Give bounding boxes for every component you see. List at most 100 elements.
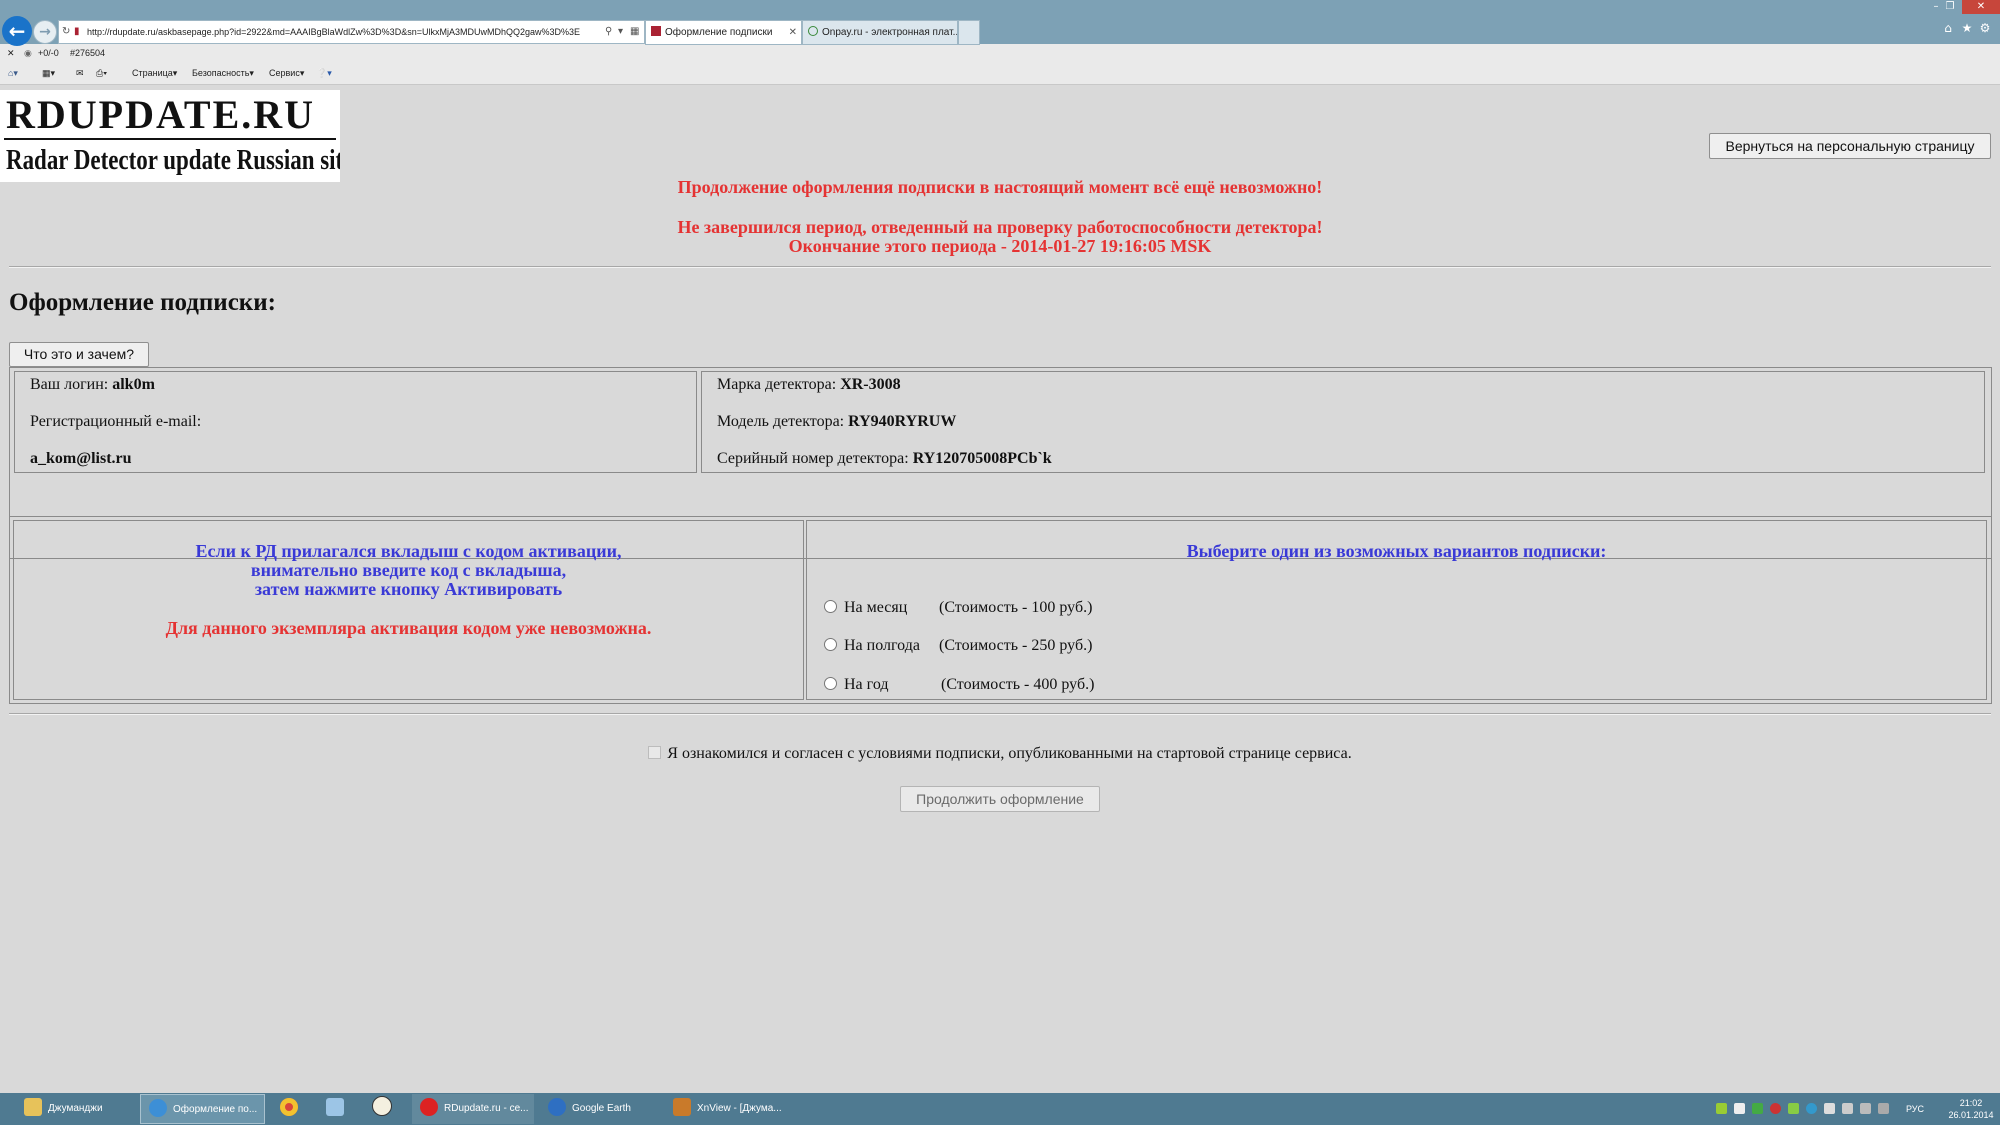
home-icon[interactable]: ⌂	[1940, 20, 1956, 36]
login-value: alk0m	[112, 376, 155, 393]
taskbar-item-notepad[interactable]	[318, 1094, 354, 1124]
menu-page[interactable]: Страница▾	[132, 62, 177, 84]
tab-label: Onpay.ru - электронная плат...	[822, 27, 958, 38]
logo-rule	[4, 138, 336, 140]
language-indicator[interactable]: РУС	[1906, 1093, 1924, 1125]
volume-icon[interactable]	[1824, 1103, 1835, 1114]
site-logo: RDUPDATE.RU Radar Detector update Russia…	[0, 90, 340, 182]
brand-row: Марка детектора: XR-3008	[717, 376, 901, 393]
tab-onpay[interactable]: Onpay.ru - электронная плат...	[802, 20, 958, 45]
tab-close-icon[interactable]: ✕	[789, 21, 797, 44]
opera-icon	[420, 1098, 438, 1116]
help-icon[interactable]: ❔▾	[316, 62, 332, 84]
taskbar-clock[interactable]: 21:02 26.01.2014	[1944, 1097, 1998, 1121]
tab-favicon-icon	[651, 26, 661, 36]
address-url[interactable]: http://rdupdate.ru/askbasepage.php?id=29…	[87, 21, 607, 43]
skype-icon[interactable]	[1806, 1103, 1817, 1114]
what-is-this-button[interactable]: Что это и зачем?	[9, 342, 149, 367]
radio-year[interactable]	[824, 677, 837, 690]
radio-half-year[interactable]	[824, 638, 837, 651]
folder-icon	[24, 1098, 42, 1116]
print-icon[interactable]: ⎙▾	[96, 62, 107, 84]
option-month[interactable]: На месяц (Стоимость - 100 руб.)	[824, 597, 1092, 619]
favorites-star-icon[interactable]: ★	[1959, 20, 1975, 36]
return-personal-page-button[interactable]: Вернуться на персональную страницу	[1709, 133, 1991, 159]
mail-icon[interactable]: ✉	[76, 62, 84, 84]
browser-tabbar: ← → ↻ ▮ http://rdupdate.ru/askbasepage.p…	[0, 0, 2000, 46]
antivirus-icon[interactable]	[1770, 1103, 1781, 1114]
status-row: ✕ ◉ +0/-0 #276504	[0, 44, 2000, 62]
taskbar-item-google-earth[interactable]: Google Earth	[540, 1094, 662, 1124]
status-id: #276504	[70, 48, 106, 58]
warning-period-end: Окончание этого периода - 2014-01-27 19:…	[788, 236, 1212, 256]
divider	[9, 713, 1991, 715]
site-favicon-icon: ▮	[74, 26, 80, 37]
taskbar-item-explorer[interactable]: Джуманджи	[16, 1094, 136, 1124]
logo-subtitle: Radar Detector update Russian site	[6, 145, 340, 176]
activation-line1: Если к РД прилагался вкладыш с кодом акт…	[195, 541, 622, 561]
menu-tools[interactable]: Сервис▾	[269, 62, 304, 84]
activation-unavailable: Для данного экземпляра активация кодом у…	[165, 618, 652, 638]
action-center-icon[interactable]	[1842, 1103, 1853, 1114]
tab-favicon-icon	[808, 26, 818, 36]
menu-security[interactable]: Безопасность▾	[192, 62, 254, 84]
network-icon[interactable]	[1860, 1103, 1871, 1114]
page-title: Оформление подписки:	[9, 289, 276, 316]
home-icon[interactable]: ⌂▾	[8, 62, 18, 84]
tray-app-icon[interactable]	[1716, 1103, 1727, 1114]
restore-icon[interactable]: ❐	[1936, 0, 1964, 14]
option-half-year[interactable]: На полгода (Стоимость - 250 руб.)	[824, 635, 1092, 657]
detector-info-cell: Марка детектора: XR-3008 Модель детектор…	[701, 371, 1985, 473]
activation-line3: затем нажмите кнопку Активировать	[254, 579, 563, 599]
logo-title: RDUPDATE.RU	[6, 92, 316, 137]
tray-app-icon[interactable]	[1788, 1103, 1799, 1114]
activation-cell: Если к РД прилагался вкладыш с кодом акт…	[13, 520, 804, 700]
email-value: a_kom@list.ru	[30, 450, 132, 467]
notepad-icon	[326, 1098, 344, 1116]
agree-row: Я ознакомился и согласен с условиями под…	[0, 744, 2000, 764]
chrome-icon	[280, 1098, 298, 1116]
settings-gear-icon[interactable]: ⚙	[1977, 20, 1993, 36]
taskbar-item-xnview[interactable]: XnView - [Джума...	[665, 1094, 790, 1124]
tab-label: Оформление подписки	[665, 27, 773, 38]
taskbar-item-opera[interactable]: RDupdate.ru - се...	[412, 1094, 534, 1124]
clock-app-icon	[372, 1096, 392, 1116]
refresh-icon[interactable]: ↻	[62, 21, 70, 43]
subscription-cell: Выберите один из возможных вариантов под…	[806, 520, 1987, 700]
window-close-icon[interactable]: ✕	[1962, 0, 2000, 14]
warning-subscription-unavailable: Продолжение оформления подписки в настоя…	[677, 177, 1323, 197]
search-icon[interactable]: ⚲	[605, 21, 612, 43]
close-icon[interactable]: ✕	[7, 44, 15, 62]
radio-month[interactable]	[824, 600, 837, 613]
tab-subscription[interactable]: Оформление подписки ✕	[645, 20, 802, 45]
agree-checkbox[interactable]	[648, 746, 662, 759]
google-earth-icon	[548, 1098, 566, 1116]
back-button[interactable]: ←	[2, 16, 32, 46]
status-counter: +0/-0	[38, 48, 59, 58]
forward-button[interactable]: →	[33, 20, 57, 44]
clock-time: 21:02	[1959, 1098, 1983, 1108]
taskbar: Джуманджи Оформление по... RDupdate.ru -…	[0, 1093, 2000, 1125]
page-content: RDUPDATE.RU Radar Detector update Russia…	[0, 85, 2000, 1093]
continue-button[interactable]: Продолжить оформление	[900, 786, 1100, 812]
cloud-icon[interactable]	[1734, 1103, 1745, 1114]
address-bar[interactable]: ↻ ▮ http://rdupdate.ru/askbasepage.php?i…	[58, 20, 645, 44]
taskbar-item-chrome[interactable]	[272, 1094, 308, 1124]
brand-value: XR-3008	[840, 376, 901, 393]
compat-view-icon[interactable]: ▦	[630, 21, 639, 43]
dropdown-icon[interactable]: ▾	[618, 21, 623, 43]
feeds-icon[interactable]: ▦▾	[42, 62, 55, 84]
option-year[interactable]: На год (Стоимость - 400 руб.)	[824, 674, 1094, 696]
activation-line2: внимательно введите код с вкладыша,	[250, 560, 567, 580]
taskbar-item-clock-app[interactable]	[364, 1094, 400, 1124]
model-row: Модель детектора: RY940RYRUW	[717, 413, 957, 430]
warning-test-period: Не завершился период, отведенный на пров…	[677, 217, 1323, 237]
serial-row: Серийный номер детектора: RY120705008PCb…	[717, 450, 1052, 467]
command-bar: ⌂▾ ▦▾ ✉ ⎙▾ Страница▾ Безопасность▾ Серви…	[0, 62, 2000, 85]
xnview-icon	[673, 1098, 691, 1116]
email-label: Регистрационный e-mail:	[30, 413, 202, 430]
new-tab-button[interactable]	[958, 20, 980, 45]
flag-icon[interactable]	[1878, 1103, 1889, 1114]
taskbar-item-ie[interactable]: Оформление по...	[140, 1094, 265, 1124]
nvidia-icon[interactable]	[1752, 1103, 1763, 1114]
